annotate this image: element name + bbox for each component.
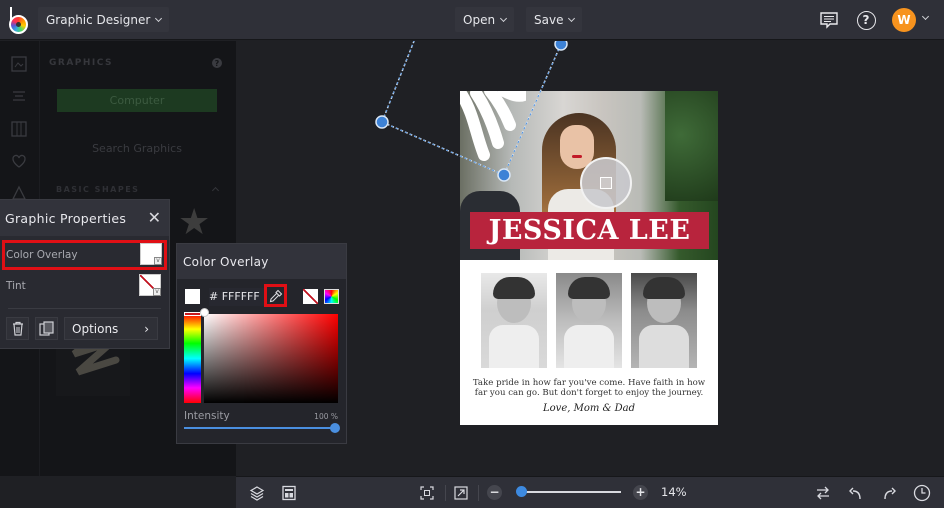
color-overlay-label: Color Overlay	[6, 249, 78, 261]
intensity-slider-handle[interactable]	[330, 423, 340, 433]
delete-button[interactable]	[6, 317, 29, 340]
color-overlay-panel: Color Overlay # FFFFFF Intensity 100 %	[176, 243, 347, 444]
layout-icon[interactable]	[10, 120, 28, 138]
saturation-value-picker[interactable]	[204, 314, 338, 403]
current-color-swatch	[185, 289, 200, 304]
zoom-out-button[interactable]: −	[487, 485, 502, 500]
open-label: Open	[463, 12, 496, 27]
no-color-button[interactable]	[303, 289, 318, 304]
chevron-down-icon[interactable]	[921, 12, 930, 21]
divider	[478, 485, 479, 501]
graphic-properties-panel: Graphic Properties ✕ Color Overlay v Tin…	[0, 199, 170, 349]
child-photo-2[interactable]	[556, 273, 622, 368]
options-label: Options	[72, 321, 119, 336]
star-shape-icon[interactable]: ★	[178, 205, 210, 241]
template-layout-icon[interactable]	[280, 484, 298, 502]
duplicate-icon	[39, 321, 54, 336]
eyedropper-icon	[269, 289, 282, 302]
intensity-label: Intensity	[184, 410, 230, 422]
divider	[445, 485, 446, 501]
chevron-right-icon: ›	[144, 321, 149, 336]
quote-line-2: far you can go. But don't forget to enjo…	[474, 388, 704, 398]
help-icon[interactable]: ?	[212, 58, 222, 68]
comments-icon[interactable]	[818, 9, 840, 31]
app-root: Graphic Designer Open Save ? W GRAPHICS …	[0, 0, 944, 508]
document-page[interactable]: JESSICA LEE Take pride in how far you've…	[460, 91, 718, 425]
computer-upload-button[interactable]: Computer	[57, 89, 217, 112]
chevron-down-icon	[155, 14, 163, 22]
hue-slider[interactable]	[184, 314, 201, 403]
layers-icon[interactable]	[248, 484, 266, 502]
intensity-value: 100 %	[314, 412, 338, 421]
duplicate-button[interactable]	[35, 317, 58, 340]
redo-icon[interactable]	[880, 484, 898, 502]
child-photo-3[interactable]	[631, 273, 697, 368]
control-point-handle	[554, 41, 568, 51]
bottom-toolbar: − + 14%	[236, 476, 944, 508]
app-menu-label: Graphic Designer	[46, 12, 151, 27]
history-clock-icon[interactable]	[913, 484, 931, 502]
color-picker-handle[interactable]	[200, 308, 209, 317]
eyedropper-button[interactable]	[264, 284, 287, 307]
name-banner[interactable]: JESSICA LEE	[470, 212, 709, 249]
image-icon[interactable]	[10, 55, 28, 73]
save-button[interactable]: Save	[526, 7, 583, 32]
color-overlay-swatch[interactable]: v	[140, 243, 162, 265]
zoom-in-button[interactable]: +	[633, 485, 648, 500]
hex-input[interactable]: # FFFFFF	[209, 288, 264, 306]
color-overlay-row[interactable]: Color Overlay v	[2, 240, 167, 270]
chevron-down-icon	[568, 14, 576, 22]
swap-icon[interactable]	[814, 484, 832, 502]
expand-icon[interactable]	[452, 484, 470, 502]
transform-handle[interactable]	[580, 157, 632, 209]
chevron-down-icon: v	[153, 288, 161, 296]
control-point-handle	[375, 115, 389, 129]
graphic-properties-header: Graphic Properties ✕	[0, 200, 169, 236]
close-icon[interactable]: ✕	[148, 210, 161, 226]
options-button[interactable]: Options ›	[64, 317, 158, 340]
chevron-up-icon[interactable]	[211, 186, 220, 195]
save-label: Save	[534, 12, 564, 27]
tint-row[interactable]: Tint v	[0, 270, 169, 302]
top-bar: Graphic Designer Open Save ? W	[0, 0, 944, 40]
search-graphics-input[interactable]: Search Graphics	[57, 137, 217, 159]
trash-icon	[12, 321, 23, 336]
fit-to-screen-icon[interactable]	[418, 484, 436, 502]
avatar[interactable]: W	[892, 8, 916, 32]
color-overlay-title: Color Overlay	[177, 244, 346, 279]
tint-swatch[interactable]: v	[139, 274, 161, 296]
open-button[interactable]: Open	[455, 7, 515, 32]
undo-icon[interactable]	[847, 484, 865, 502]
color-spectrum-button[interactable]	[324, 289, 339, 304]
quote-text[interactable]: Take pride in how far you've come. Have …	[460, 378, 718, 398]
chevron-down-icon	[500, 14, 508, 22]
basic-shapes-heading: BASIC SHAPES	[56, 185, 140, 194]
heart-icon[interactable]	[10, 152, 28, 170]
app-menu-button[interactable]: Graphic Designer	[38, 7, 170, 32]
graphics-title: GRAPHICS	[49, 58, 114, 68]
signature-text[interactable]: Love, Mom & Dad	[460, 403, 718, 414]
zoom-slider-handle[interactable]	[516, 486, 528, 497]
tint-label: Tint	[6, 280, 26, 292]
zoom-level: 14%	[661, 485, 687, 499]
chevron-down-icon: v	[154, 257, 162, 265]
zoom-slider[interactable]	[519, 491, 621, 493]
child-photo-1[interactable]	[481, 273, 547, 368]
graphic-properties-title: Graphic Properties	[5, 210, 127, 226]
brush-stroke-graphic[interactable]	[460, 91, 526, 165]
text-icon[interactable]	[10, 87, 28, 105]
quote-line-1: Take pride in how far you've come. Have …	[472, 378, 706, 388]
logo-icon[interactable]	[9, 7, 29, 34]
square-icon	[600, 177, 612, 189]
hue-slider-handle[interactable]	[184, 312, 201, 316]
help-icon[interactable]: ?	[855, 9, 877, 31]
intensity-slider[interactable]	[184, 427, 335, 429]
